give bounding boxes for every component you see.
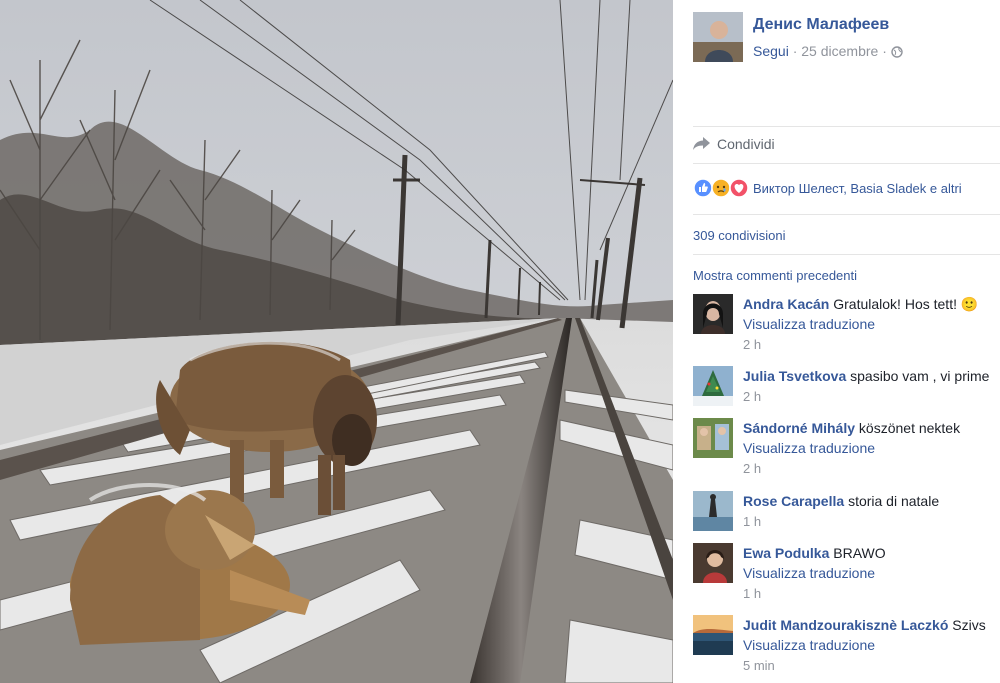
love-reaction-icon — [729, 178, 749, 198]
post-photo[interactable] — [0, 0, 673, 683]
show-previous-comments-link[interactable]: Mostra commenti precedenti — [693, 268, 857, 283]
comment-text: storia di natale — [848, 493, 940, 509]
commenter-avatar[interactable] — [693, 615, 733, 655]
comment-body: Judit Mandzourakisznè Laczkó Szivs Visua… — [743, 615, 986, 677]
meta-separator: · — [882, 43, 887, 59]
post-sidebar: Денис Малафеев Segui · 25 dicembre · Con… — [673, 0, 1000, 683]
sad-reaction-icon — [711, 178, 731, 198]
see-translation-link[interactable]: Visualizza traduzione — [743, 438, 960, 458]
post-meta: Segui · 25 dicembre · — [753, 43, 903, 59]
see-translation-link[interactable]: Visualizza traduzione — [743, 635, 986, 655]
comment-time[interactable]: 2 h — [743, 458, 960, 480]
see-translation-link[interactable]: Visualizza traduzione — [743, 563, 886, 583]
commenter-avatar[interactable] — [693, 543, 733, 583]
meta-separator: · — [792, 43, 798, 59]
comment-text: Gratulalok! Hos tett! 🙂 — [833, 296, 979, 312]
comment-body: Ewa Podulka BRAWO Visualizza traduzione … — [743, 543, 886, 605]
shares-count-link[interactable]: 309 condivisioni — [693, 228, 786, 243]
divider — [693, 254, 1000, 255]
commenter-name[interactable]: Sándorné Mihály — [743, 420, 855, 436]
globe-icon[interactable] — [891, 46, 903, 58]
like-reaction-icon — [693, 178, 713, 198]
comment-time[interactable]: 2 h — [743, 334, 978, 356]
commenter-name[interactable]: Andra Kacán — [743, 296, 829, 312]
commenter-avatar[interactable] — [693, 491, 733, 531]
commenter-name[interactable]: Judit Mandzourakisznè Laczkó — [743, 617, 948, 633]
comment-body: Rose Carapella storia di natale 1 h — [743, 491, 939, 533]
share-button[interactable]: Condividi — [693, 136, 775, 152]
comment-body: Andra Kacán Gratulalok! Hos tett! 🙂 Visu… — [743, 294, 978, 356]
reactions-summary[interactable]: Виктор Шелест, Basia Sladek e altri — [693, 178, 962, 198]
commenter-name[interactable]: Rose Carapella — [743, 493, 844, 509]
commenter-avatar[interactable] — [693, 294, 733, 334]
comment-time[interactable]: 5 min — [743, 655, 986, 677]
comment-time[interactable]: 2 h — [743, 386, 989, 408]
comment-text: spasibo vam , vi prime — [850, 368, 990, 384]
commenter-name[interactable]: Julia Tsvetkova — [743, 368, 846, 384]
author-avatar[interactable] — [693, 12, 743, 62]
share-label: Condividi — [717, 136, 775, 152]
comment-text: BRAWO — [833, 545, 886, 561]
commenter-name[interactable]: Ewa Podulka — [743, 545, 829, 561]
comment-body: Julia Tsvetkova spasibo vam , vi prime 2… — [743, 366, 989, 408]
divider — [693, 126, 1000, 127]
comment-text: Szivs — [952, 617, 986, 633]
post-date[interactable]: 25 dicembre — [801, 43, 878, 59]
comment-text: köszönet nektek — [858, 420, 961, 436]
share-arrow-icon — [693, 137, 710, 150]
see-translation-link[interactable]: Visualizza traduzione — [743, 314, 978, 334]
divider — [693, 214, 1000, 215]
commenter-avatar[interactable] — [693, 366, 733, 406]
comment-time[interactable]: 1 h — [743, 583, 886, 605]
dogs-on-railway-photo — [0, 0, 673, 683]
comment-body: Sándorné Mihály köszönet nektek Visualiz… — [743, 418, 960, 480]
commenter-avatar[interactable] — [693, 418, 733, 458]
post-author-header: Денис Малафеев Segui · 25 dicembre · — [693, 12, 993, 62]
author-name[interactable]: Денис Малафеев — [753, 16, 889, 34]
divider — [693, 163, 1000, 164]
reaction-icons — [693, 178, 749, 198]
follow-button[interactable]: Segui — [753, 43, 789, 59]
comment-time[interactable]: 1 h — [743, 511, 939, 533]
reactions-names[interactable]: Виктор Шелест, Basia Sladek e altri — [753, 181, 962, 196]
